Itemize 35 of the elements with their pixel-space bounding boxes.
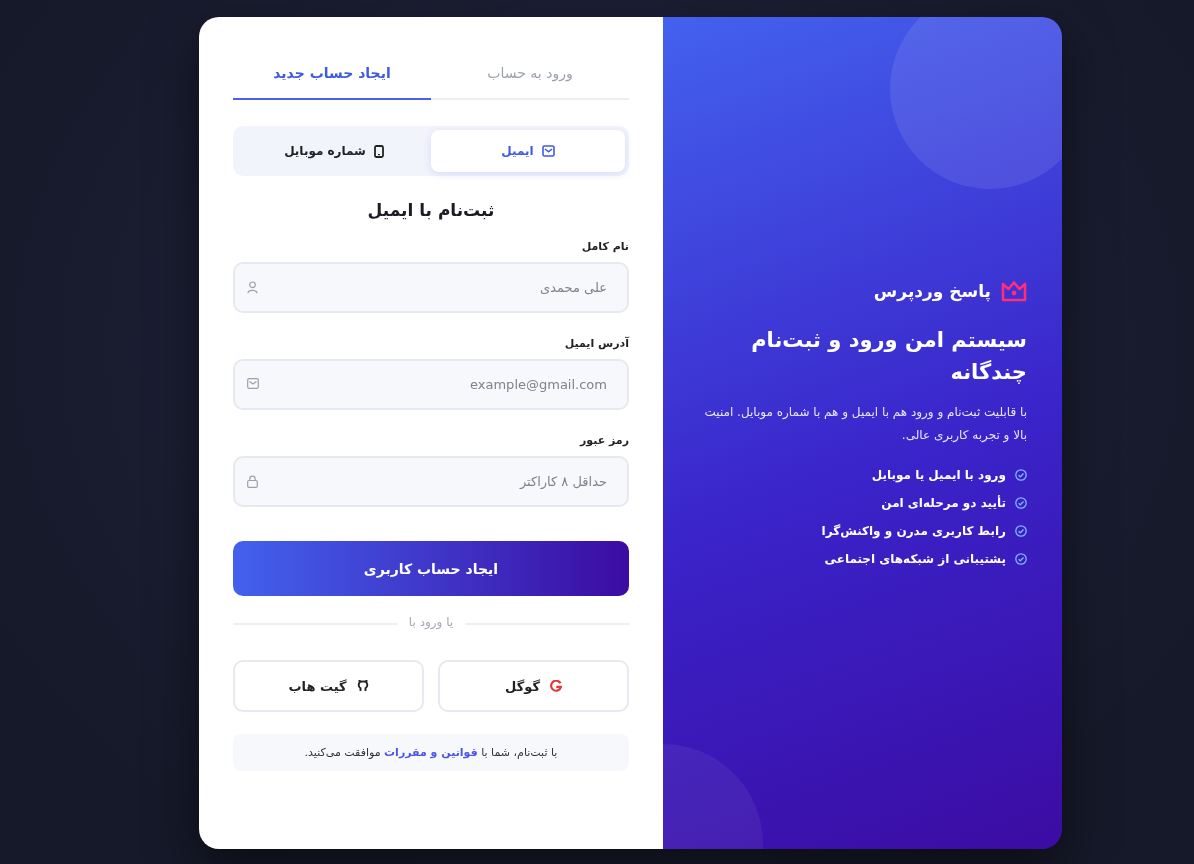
person-icon: [247, 281, 258, 294]
method-tab[interactable]: ایمیل: [431, 130, 625, 172]
input-field[interactable]: حداقل ۸ کاراکتر: [233, 456, 629, 507]
feature-text: تأیید دو مرحله‌ای امن: [881, 496, 1006, 511]
check-circle-icon: [1015, 497, 1027, 510]
field-label: آدرس ایمیل: [563, 337, 629, 350]
divider-text: یا ورود با: [396, 615, 466, 631]
social-login-button[interactable]: گوگل: [438, 660, 629, 712]
terms-text: با ثبت‌نام، شما با قوانین و مقررات موافقت می‌کنید.: [303, 746, 559, 759]
github-icon: [356, 680, 369, 692]
field-label: نام کامل: [580, 240, 629, 253]
method-tab[interactable]: شماره موبایل: [237, 130, 431, 172]
feature-text: رابط کاربری مدرن و واکنش‌گرا: [821, 524, 1006, 539]
crown-icon: [1001, 279, 1027, 302]
input-field[interactable]: example@gmail.com: [233, 359, 629, 410]
brand-name: پاسخ وردپرس: [873, 280, 991, 301]
headline: سیستم امن ورود و ثبت‌نام چندگانه: [750, 326, 1027, 387]
envelope-icon: [247, 378, 259, 389]
tab[interactable]: ایجاد حساب جدید: [233, 57, 431, 100]
social-login-button[interactable]: گیت هاب: [233, 660, 424, 712]
check-circle-icon: [1015, 525, 1027, 538]
feature-text: ورود با ایمیل یا موبایل: [871, 468, 1006, 483]
terms-link[interactable]: قوانین و مقررات: [384, 746, 478, 759]
check-circle-icon: [1015, 553, 1027, 566]
letter-g-icon: [549, 680, 562, 692]
envelope-icon: [541, 145, 555, 157]
description: با قابلیت ثبت‌نام و ورود هم با ایمیل و هم با شماره موبایل. امنیت بالا و تجربه کاربری عالی.: [703, 403, 1027, 445]
check-circle-icon: [1015, 469, 1027, 482]
form-title: ثبت‌نام با ایمیل: [366, 200, 496, 220]
input-field[interactable]: علی محمدی: [233, 262, 629, 313]
lock-icon: [247, 475, 258, 488]
create-account-button[interactable]: ایجاد حساب کاربری: [233, 541, 629, 596]
feature-text: پشتیبانی از شبکه‌های اجتماعی: [824, 552, 1006, 567]
field-label: رمز عبور: [578, 434, 629, 447]
phone-icon: [373, 144, 384, 158]
